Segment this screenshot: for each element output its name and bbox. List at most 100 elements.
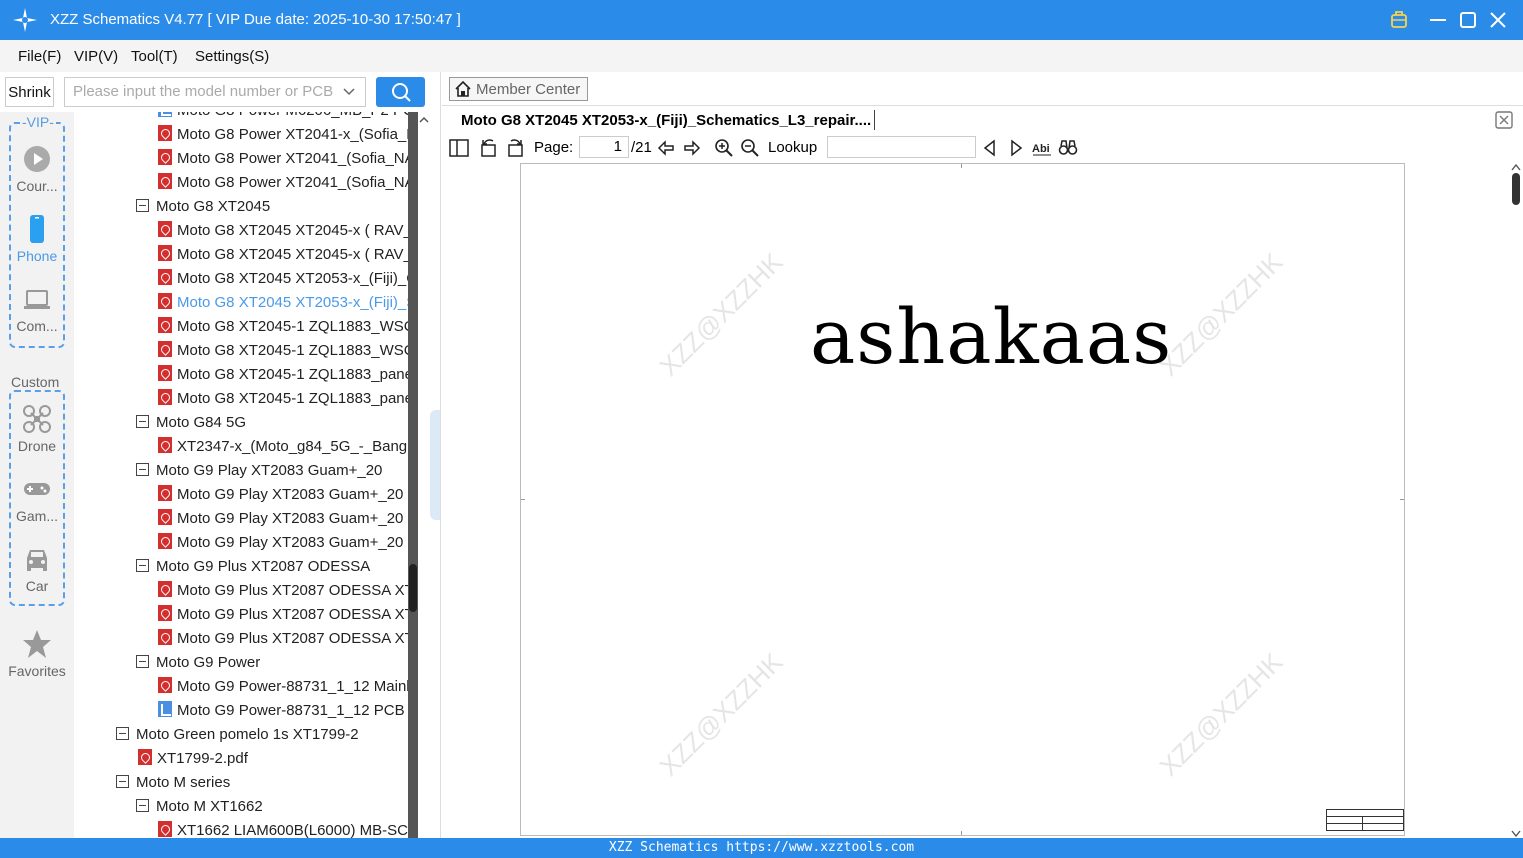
vip-crown-icon[interactable]: [1387, 8, 1411, 32]
tree-file[interactable]: Moto G8 XT2045-1 ZQL1883_WSCH: [158, 315, 408, 339]
collapse-toggle-icon[interactable]: [136, 199, 149, 212]
find-previous-icon[interactable]: [980, 138, 1000, 158]
custom-label: Custom: [9, 374, 62, 390]
border-tick: [521, 499, 525, 500]
tree-file[interactable]: Moto G8 XT2045-1 ZQL1883_WSCH: [158, 339, 408, 363]
document-tab[interactable]: Moto G8 XT2045 XT2053-x_(Fiji)_Schematic…: [461, 112, 871, 129]
pdf-file-icon: [158, 485, 172, 501]
find-all-icon[interactable]: [1058, 138, 1078, 158]
tree-file[interactable]: Moto G8 Power XT2041_(Sofia_NA: [158, 171, 408, 195]
search-input[interactable]: Please input the model number or PCB: [64, 77, 366, 107]
category-courses[interactable]: Cour...: [0, 144, 74, 194]
search-button[interactable]: [376, 77, 425, 107]
maximize-icon[interactable]: [1456, 8, 1480, 32]
collapse-toggle-icon[interactable]: [116, 727, 129, 740]
tree-file[interactable]: XT1799-2.pdf: [138, 747, 248, 771]
scrollbar-thumb[interactable]: [1512, 173, 1520, 205]
tree-item-label: Moto G9 Play XT2083 Guam+_20 G: [177, 486, 408, 503]
tree-item-label: Moto G9 Play XT2083 Guam+_20: [156, 462, 383, 479]
collapse-toggle-icon[interactable]: [136, 655, 149, 668]
tree-scrollbar[interactable]: [408, 112, 418, 838]
tree-item-label: Moto G9 Plus XT2087 ODESSA XT2: [177, 630, 408, 647]
collapse-toggle-icon[interactable]: [136, 799, 149, 812]
category-drone[interactable]: Drone: [0, 404, 74, 454]
category-game[interactable]: Gam...: [0, 474, 74, 524]
tree-file[interactable]: XT1662 LIAM600B(L6000) MB-SCH: [158, 819, 408, 838]
collapse-toggle-icon[interactable]: [116, 775, 129, 788]
category-label: Phone: [16, 248, 58, 264]
tree-file[interactable]: Moto G9 Plus XT2087 ODESSA XT2: [158, 579, 408, 603]
shrink-button[interactable]: Shrink: [5, 77, 54, 107]
collapse-toggle-icon[interactable]: [136, 559, 149, 572]
border-tick: [1400, 499, 1404, 500]
document-canvas[interactable]: XZZ@XZZHK XZZ@XZZHK XZZ@XZZHK XZZ@XZZHK …: [485, 163, 1510, 838]
tree-item-label: Moto M XT1662: [156, 798, 263, 815]
find-next-icon[interactable]: [1006, 138, 1026, 158]
tree-file[interactable]: Moto G9 Power-88731_1_12 PCB la: [158, 699, 408, 723]
zoom-in-icon[interactable]: [714, 138, 734, 158]
tree-folder[interactable]: Moto G9 Power: [136, 651, 260, 675]
sidebar-toggle-icon[interactable]: [449, 138, 469, 158]
collapse-toggle-icon[interactable]: [136, 463, 149, 476]
tree-file[interactable]: Moto G9 Play XT2083 Guam+_20 G: [158, 483, 408, 507]
tree-folder[interactable]: Moto M series: [116, 771, 230, 795]
tree-folder[interactable]: Moto G84 5G: [136, 411, 246, 435]
close-tab-icon[interactable]: [1495, 111, 1513, 129]
collapse-toggle-icon[interactable]: [136, 415, 149, 428]
page-number-input[interactable]: 1: [579, 136, 629, 158]
tree-file[interactable]: Moto G8 XT2045 XT2045-x ( RAV_F: [158, 219, 408, 243]
rotate-left-icon[interactable]: [479, 138, 499, 158]
tree-file[interactable]: Moto G8 Power M6206_MB_P2 PCB: [158, 112, 408, 123]
tree-folder[interactable]: Moto M XT1662: [136, 795, 263, 819]
category-car[interactable]: Car: [0, 544, 74, 594]
tree-file[interactable]: Moto G8 Power XT2041-x_(Sofia_R: [158, 123, 408, 147]
tree-item-label: Moto G8 XT2045 XT2053-x_(Fiji)_Co: [177, 270, 408, 287]
member-center-button[interactable]: Member Center: [449, 77, 588, 101]
category-favorites[interactable]: Favorites: [0, 629, 74, 679]
menu-settings[interactable]: Settings(S): [195, 48, 269, 65]
pdf-file-icon: [158, 269, 172, 285]
tree-file[interactable]: Moto G9 Plus XT2087 ODESSA XT2: [158, 603, 408, 627]
tree-file[interactable]: Moto G8 XT2045 XT2045-x ( RAV_F: [158, 243, 408, 267]
tree-folder[interactable]: Moto G9 Plus XT2087 ODESSA: [136, 555, 370, 579]
close-icon[interactable]: [1486, 8, 1510, 32]
match-case-icon[interactable]: Abi: [1032, 138, 1052, 158]
next-page-icon[interactable]: [682, 138, 702, 158]
tree-item-label: XT1662 LIAM600B(L6000) MB-SCH: [177, 822, 408, 838]
tree-folder[interactable]: Moto Green pomelo 1s XT1799-2: [116, 723, 359, 747]
category-phone[interactable]: Phone: [0, 214, 74, 264]
tree-file[interactable]: Moto G9 Plus XT2087 ODESSA XT2: [158, 627, 408, 651]
scroll-up-icon[interactable]: [1511, 163, 1521, 171]
tree-file[interactable]: Moto G9 Power-88731_1_12 Mainb: [158, 675, 408, 699]
tree-file[interactable]: Moto G8 XT2045 XT2053-x_(Fiji)_Co: [158, 267, 408, 291]
scroll-down-icon[interactable]: [1511, 830, 1521, 838]
scrollbar-thumb[interactable]: [409, 564, 417, 612]
page-total: /21: [631, 139, 652, 156]
rotate-right-icon[interactable]: [505, 138, 525, 158]
tree-file[interactable]: Moto G9 Play XT2083 Guam+_20 G: [158, 507, 408, 531]
zoom-out-icon[interactable]: [740, 138, 760, 158]
tree-file[interactable]: XT2347-x_(Moto_g84_5G_-_Bangkc: [158, 435, 408, 459]
tree-file[interactable]: Moto G8 XT2045-1 ZQL1883_panel: [158, 387, 408, 411]
tree-folder[interactable]: Moto G8 XT2045: [136, 195, 270, 219]
document-scrollbar[interactable]: [1510, 163, 1523, 838]
previous-page-icon[interactable]: [656, 138, 676, 158]
category-computer[interactable]: Com...: [0, 284, 74, 334]
pdf-file-icon: [158, 317, 172, 333]
window-title: XZZ Schematics V4.77 [ VIP Due date: 202…: [50, 11, 461, 28]
tree-folder[interactable]: Moto G9 Play XT2083 Guam+_20: [136, 459, 382, 483]
scroll-up-icon[interactable]: [419, 115, 429, 125]
tree-file[interactable]: Moto G8 Power XT2041_(Sofia_NA: [158, 147, 408, 171]
collapse-panel-handle[interactable]: [430, 410, 440, 520]
tree-file[interactable]: Moto G9 Play XT2083 Guam+_20 M: [158, 531, 408, 555]
tree-file[interactable]: Moto G8 XT2045-1 ZQL1883_panel: [158, 363, 408, 387]
menu-vip[interactable]: VIP(V): [74, 48, 118, 65]
lookup-input[interactable]: [827, 136, 976, 158]
menu-file[interactable]: File(F): [18, 48, 61, 65]
tree-item-label: Moto G8 Power XT2041_(Sofia_NA: [177, 174, 408, 191]
tree-file[interactable]: Moto G8 XT2045 XT2053-x_(Fiji)_Sc: [158, 291, 408, 315]
menu-tool[interactable]: Tool(T): [131, 48, 178, 65]
pcb-file-icon: [158, 701, 172, 717]
minimize-icon[interactable]: [1426, 8, 1450, 32]
chevron-down-icon[interactable]: [341, 84, 357, 100]
